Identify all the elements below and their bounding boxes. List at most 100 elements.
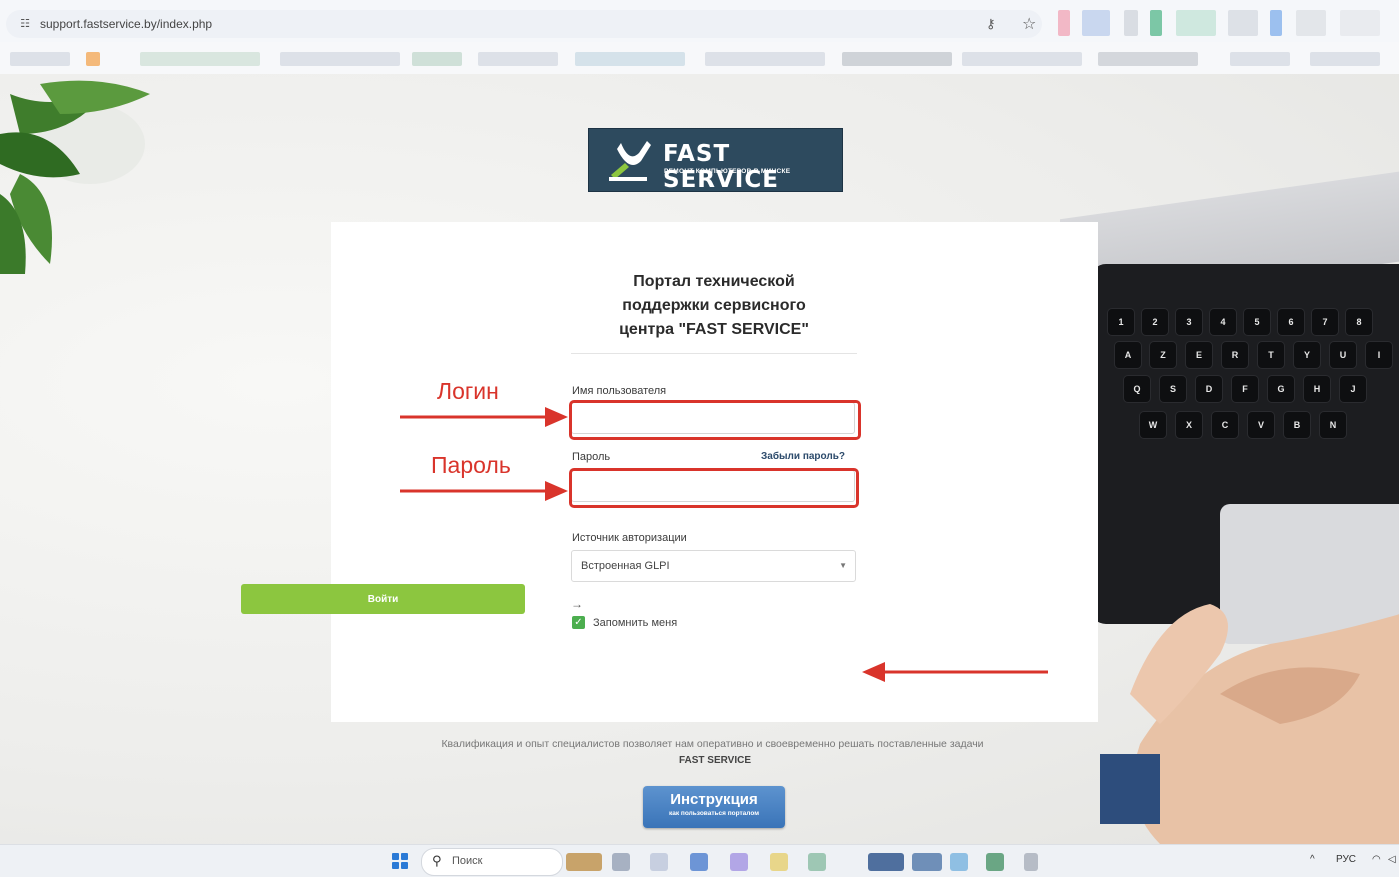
bookmarks-bar xyxy=(0,42,1399,75)
keyboard-key: U xyxy=(1330,342,1356,368)
bookmark-item[interactable] xyxy=(412,52,462,66)
keyboard-key: V xyxy=(1248,412,1274,438)
page-title: Портал технической поддержки сервисного … xyxy=(571,270,857,342)
extension-icon[interactable] xyxy=(1340,10,1380,36)
taskbar-app-icon[interactable] xyxy=(690,853,708,871)
taskbar-app-icon[interactable] xyxy=(808,853,826,871)
plant-decoration xyxy=(0,80,150,274)
taskbar-app-icon[interactable] xyxy=(868,853,904,871)
login-button[interactable]: Войти xyxy=(241,584,525,614)
title-line: Портал технической xyxy=(633,273,795,290)
footer-description: Квалификация и опыт специалистов позволя… xyxy=(441,738,984,750)
bookmark-item[interactable] xyxy=(478,52,558,66)
forgot-password-link[interactable]: Забыли пароль? xyxy=(761,451,845,462)
extension-icon[interactable] xyxy=(1296,10,1326,36)
bookmark-item[interactable] xyxy=(1098,52,1198,66)
annotation-arrow-icon xyxy=(862,662,1048,682)
instruction-subtitle: как пользоваться порталом xyxy=(668,810,760,817)
extension-icon[interactable] xyxy=(1150,10,1162,36)
password-label: Пароль xyxy=(572,451,611,463)
logo-title: FAST SERVICE xyxy=(663,141,779,193)
taskbar-app-icon[interactable] xyxy=(950,853,968,871)
annotation-frame xyxy=(569,400,861,440)
logo-wrench-icon xyxy=(609,141,651,181)
taskbar-app-icon[interactable] xyxy=(612,853,630,871)
taskbar-app-icon[interactable] xyxy=(1024,853,1038,871)
bookmark-item[interactable] xyxy=(86,52,100,66)
annotation-arrow-icon xyxy=(400,481,568,501)
login-page: 1 2 3 4 5 6 7 8 A Z E R T Y U I Q S D F … xyxy=(0,74,1399,844)
key-icon[interactable]: ⚷ xyxy=(986,16,996,32)
windows-start-icon[interactable] xyxy=(392,853,408,869)
auth-source-select[interactable]: Встроенная GLPI ▼ xyxy=(571,550,856,582)
bookmark-item[interactable] xyxy=(842,52,952,66)
chevron-up-icon[interactable]: ^ xyxy=(1310,854,1315,865)
extension-icon[interactable] xyxy=(1176,10,1216,36)
keyboard-key: J xyxy=(1340,376,1366,402)
wifi-icon[interactable]: ◠ xyxy=(1372,854,1381,865)
keyboard-key: 6 xyxy=(1278,309,1304,335)
taskbar-app-icon[interactable] xyxy=(730,853,748,871)
keyboard-key: B xyxy=(1284,412,1310,438)
chevron-down-icon: ▼ xyxy=(839,561,847,570)
bookmark-item[interactable] xyxy=(140,52,260,66)
keyboard-key: X xyxy=(1176,412,1202,438)
keyboard-key: T xyxy=(1258,342,1284,368)
bookmark-item[interactable] xyxy=(575,52,685,66)
taskbar-app-icon[interactable] xyxy=(770,853,788,871)
bookmark-item[interactable] xyxy=(1230,52,1290,66)
extension-icon[interactable] xyxy=(1270,10,1282,36)
taskbar: ⚲ Поиск ^ РУС ◠ ◁ xyxy=(0,844,1399,877)
search-icon: ⚲ xyxy=(432,853,442,868)
annotation-login-label: Логин xyxy=(437,378,499,404)
annotation-frame xyxy=(569,468,859,508)
keyboard-key: 8 xyxy=(1346,309,1372,335)
logo-subtitle: РЕМОНТ КОМПЬЮТЕРОВ В МИНСКЕ xyxy=(664,168,791,175)
remember-label[interactable]: Запомнить меня xyxy=(593,617,677,629)
instruction-button[interactable]: Инструкция как пользоваться порталом xyxy=(643,786,785,828)
annotation-arrow-icon xyxy=(400,407,568,427)
title-divider xyxy=(571,353,857,354)
taskbar-app-icon[interactable] xyxy=(912,853,942,871)
keyboard-key: Z xyxy=(1150,342,1176,368)
keyboard-key: 5 xyxy=(1244,309,1270,335)
keyboard-key: C xyxy=(1212,412,1238,438)
site-info-icon[interactable]: ☷ xyxy=(18,17,32,31)
company-logo: FAST SERVICE РЕМОНТ КОМПЬЮТЕРОВ В МИНСКЕ xyxy=(588,128,843,193)
bookmark-item[interactable] xyxy=(10,52,70,66)
title-line: поддержки сервисного xyxy=(622,297,806,314)
auth-source-label: Источник авторизации xyxy=(572,532,687,544)
keyboard-key: N xyxy=(1320,412,1346,438)
taskbar-app-icon[interactable] xyxy=(986,853,1004,871)
extension-icon[interactable] xyxy=(1082,10,1110,36)
extension-icon[interactable] xyxy=(1058,10,1070,36)
remember-checkbox[interactable]: ✓ xyxy=(572,616,585,629)
keyboard-key: R xyxy=(1222,342,1248,368)
keyboard-key: I xyxy=(1366,342,1392,368)
taskbar-search[interactable]: ⚲ Поиск xyxy=(421,848,563,876)
extension-icon[interactable] xyxy=(1124,10,1138,36)
url-text[interactable]: support.fastservice.by/index.php xyxy=(40,17,212,31)
taskbar-app-icon[interactable] xyxy=(650,853,668,871)
bookmark-item[interactable] xyxy=(1310,52,1380,66)
title-line: центра "FAST SERVICE" xyxy=(619,321,809,338)
bookmark-item[interactable] xyxy=(280,52,400,66)
keyboard-key: G xyxy=(1268,376,1294,402)
keyboard-key: E xyxy=(1186,342,1212,368)
bookmark-item[interactable] xyxy=(962,52,1082,66)
volume-icon[interactable]: ◁ xyxy=(1388,854,1396,865)
extension-icon[interactable] xyxy=(1228,10,1258,36)
bookmark-item[interactable] xyxy=(705,52,825,66)
keyboard-key: 7 xyxy=(1312,309,1338,335)
taskbar-app-icon[interactable] xyxy=(566,853,602,871)
hands-decoration xyxy=(1100,604,1399,844)
keyboard-key: A xyxy=(1115,342,1141,368)
username-label: Имя пользователя xyxy=(572,385,667,397)
address-bar[interactable]: ☷ support.fastservice.by/index.php ⚷ ☆ xyxy=(6,10,1042,38)
language-indicator[interactable]: РУС xyxy=(1336,854,1356,865)
browser-toolbar: ☷ support.fastservice.by/index.php ⚷ ☆ xyxy=(0,0,1399,43)
auth-source-value: Встроенная GLPI xyxy=(581,560,670,572)
keyboard-key: S xyxy=(1160,376,1186,402)
star-icon[interactable]: ☆ xyxy=(1022,14,1036,34)
keyboard-key: F xyxy=(1232,376,1258,402)
